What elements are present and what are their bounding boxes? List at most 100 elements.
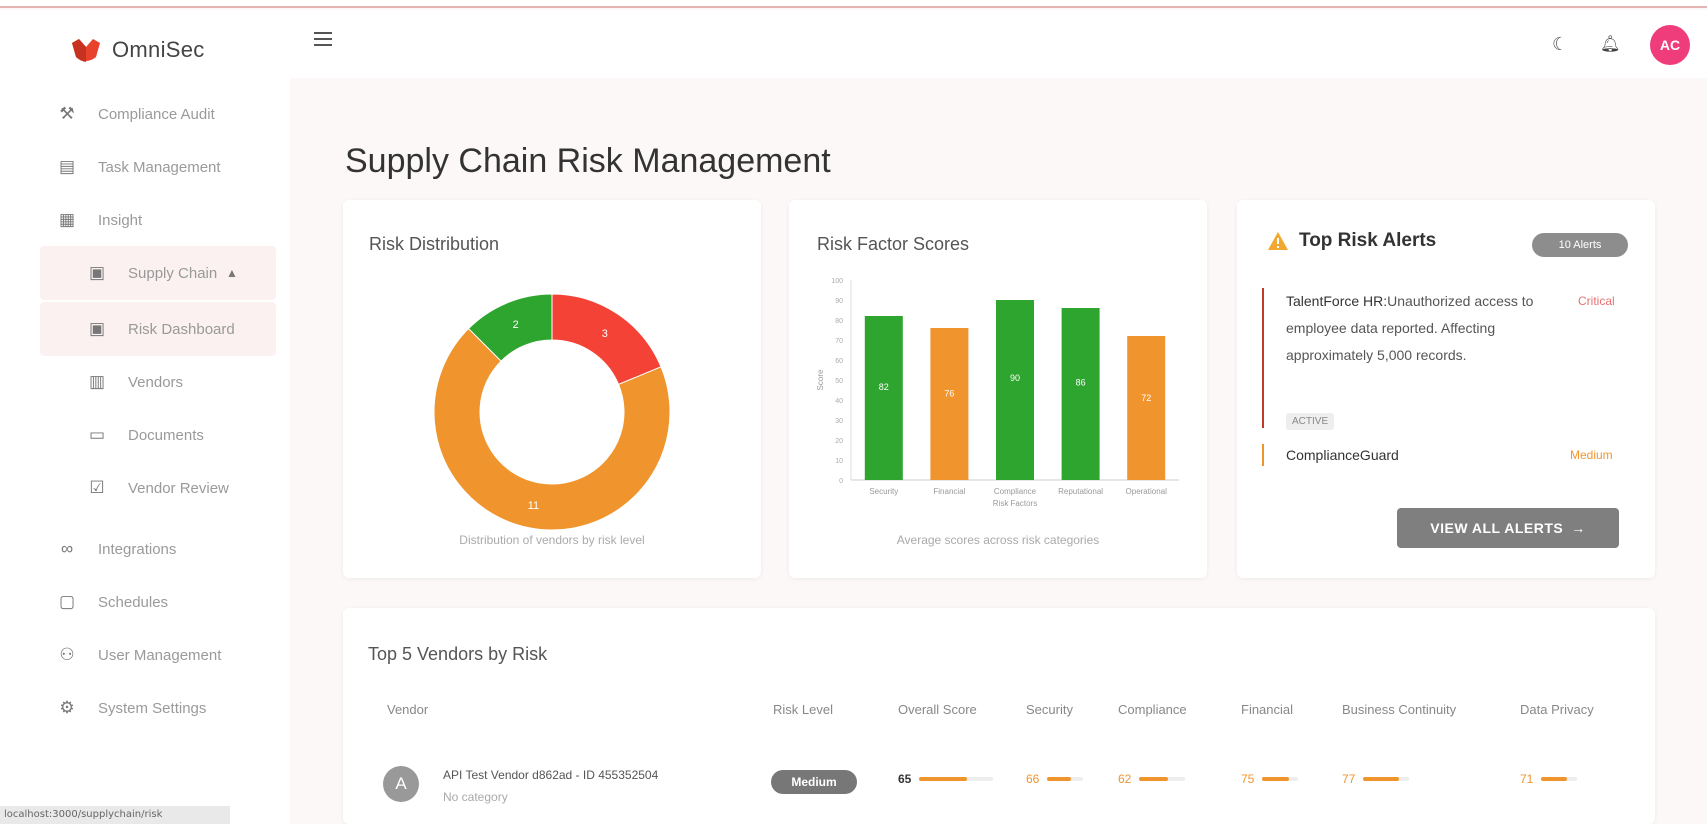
bar-value-label: 86 [1076,377,1086,387]
overall-score-cell: 65 [898,772,994,786]
notification-bell-icon[interactable]: 🔔︎ [1600,34,1620,54]
alert-item[interactable]: ComplianceGuard Medium [1262,442,1613,468]
score-bar-fill [1541,777,1567,781]
sidebar-item-label: Task Management [98,158,221,176]
sidebar-item-schedules[interactable]: ▢ Schedules [0,575,290,629]
alert-count-badge: 10 Alerts [1532,233,1628,257]
brand[interactable]: OmniSec [70,35,205,65]
sidebar-item-label: Vendors [128,373,184,391]
status-url-hint: localhost:3000/supplychain/risk [0,806,230,824]
bar-value-label: 82 [879,382,889,392]
score-value: 66 [1026,772,1040,786]
column-header[interactable]: Compliance [1118,702,1187,717]
y-tick-label: 70 [835,338,843,345]
sidebar-item-documents[interactable]: ▭ Documents [0,408,290,462]
score-bar [1047,777,1084,781]
y-axis-label: Score [816,369,825,390]
alert-text: TalentForce HR:Unauthorized access to em… [1286,288,1576,369]
dashboard-icon: ▣ [88,319,106,338]
sidebar-item-label: Vendor Review [128,479,229,497]
sidebar-item-vendors[interactable]: ▥ Vendors [0,355,290,409]
gear-icon: ⚙ [59,698,75,717]
column-header[interactable]: Business Continuity [1342,702,1456,717]
x-axis-label: Risk Factors [993,499,1037,508]
bar-compliance[interactable] [996,300,1034,480]
column-header[interactable]: Risk Level [773,702,833,717]
score-bar-fill [919,777,968,781]
sidebar-item-label: System Settings [98,699,207,717]
card-title: Risk Distribution [369,234,500,254]
sidebar-item-label: Schedules [98,593,169,611]
sidebar-item-insight[interactable]: ▦ Insight [0,193,290,247]
y-tick-label: 90 [835,298,843,305]
dark-mode-toggle-icon[interactable]: ☾ [1552,34,1568,55]
arrow-right-icon: → [1571,520,1586,536]
score-bar [919,777,994,781]
x-tick-label: Compliance [994,487,1037,496]
column-header[interactable]: Financial [1241,702,1293,717]
sidebar-item-supply-chain[interactable]: ▣ Supply Chain ▲ [40,246,276,300]
vendor-name[interactable]: API Test Vendor d862ad - ID 455352504 [443,768,658,782]
clipboard-icon: ▤ [58,157,76,176]
sidebar-item-compliance-audit[interactable]: ⚒ Compliance Audit [0,87,290,141]
view-all-alerts-button[interactable]: VIEW ALL ALERTS → [1397,508,1619,548]
sidebar-item-integrations[interactable]: ∞ Integrations [0,522,290,576]
bar-security[interactable] [864,316,903,480]
alert-severity: Critical [1578,294,1615,308]
score-bar-fill [1262,777,1290,781]
risk-distribution-card: Risk Distribution 3 11 2 Distribution of v… [343,200,761,578]
business-continuity-score-cell: 77 [1342,772,1410,786]
sidebar-item-risk-dashboard[interactable]: ▣ Risk Dashboard [40,302,276,356]
bar-operational[interactable] [1127,336,1166,480]
column-header[interactable]: Overall Score [898,702,977,717]
folder-icon: ▭ [88,425,106,444]
y-tick-label: 30 [835,418,843,425]
top-risk-alerts-card: Top Risk Alerts 10 Alerts TalentForce HR… [1237,200,1655,578]
user-avatar[interactable]: AC [1650,25,1690,65]
bar-reputational[interactable] [1061,308,1100,480]
sidebar-item-user-management[interactable]: ⚇ User Management [0,628,290,682]
score-bar [1363,777,1410,781]
alert-item[interactable]: TalentForce HR:Unauthorized access to em… [1262,288,1615,430]
table-title: Top 5 Vendors by Risk [368,644,548,664]
bar-financial[interactable] [930,328,969,480]
sidebar-item-label: User Management [98,646,222,664]
x-tick-label: Security [869,487,898,496]
alert-status-chip: ACTIVE [1286,413,1335,430]
alert-vendor: TalentForce HR: [1286,293,1388,309]
page-title: Supply Chain Risk Management [345,142,831,180]
sidebar-item-task-management[interactable]: ▤ Task Management [0,140,290,194]
menu-toggle-icon[interactable] [314,32,332,46]
score-bar [1541,777,1578,781]
sidebar-item-label: Risk Dashboard [128,320,235,338]
table-row[interactable]: A API Test Vendor d862ad - ID 455352504 … [343,738,1578,808]
vendor-avatar: A [383,766,419,802]
sidebar-item-label: Documents [128,426,204,444]
omnisec-logo-icon [72,39,100,62]
column-header[interactable]: Vendor [387,702,428,717]
score-value: 71 [1520,772,1534,786]
top-vendors-card: Top 5 Vendors by Risk Vendor Risk Level … [343,608,1655,824]
chart-caption: Average scores across risk categories [896,533,1100,547]
sidebar-item-label: Insight [98,211,143,229]
sidebar-item-vendor-review[interactable]: ☑ Vendor Review [0,461,290,515]
risk-level-badge: Medium [771,770,857,794]
sidebar-item-label: Compliance Audit [98,105,215,123]
y-tick-label: 10 [835,458,843,465]
score-value: 65 [898,772,912,786]
calendar-icon: ▢ [58,592,76,611]
sidebar-item-system-settings[interactable]: ⚙ System Settings [0,681,290,735]
view-all-alerts-label: VIEW ALL ALERTS [1430,520,1564,536]
sidebar: OmniSec ⚒ Compliance Audit ▤ Task Manage… [0,10,290,824]
score-bar-fill [1047,777,1072,781]
alert-vendor: ComplianceGuard [1286,447,1399,463]
column-header[interactable]: Data Privacy [1520,702,1594,717]
vendor-category: No category [443,790,508,804]
risk-distribution-donut: 3 11 2 [433,293,671,531]
donut-slice-label: 3 [602,328,608,340]
risk-factor-bar-chart: 0 10 20 30 40 50 60 70 80 90 100 Score 82 Security 76 F… [816,278,1179,508]
donut-slice-label: 2 [513,319,519,331]
alert-severity: Medium [1570,448,1613,462]
y-tick-label: 0 [839,478,843,485]
column-header[interactable]: Security [1026,702,1073,717]
